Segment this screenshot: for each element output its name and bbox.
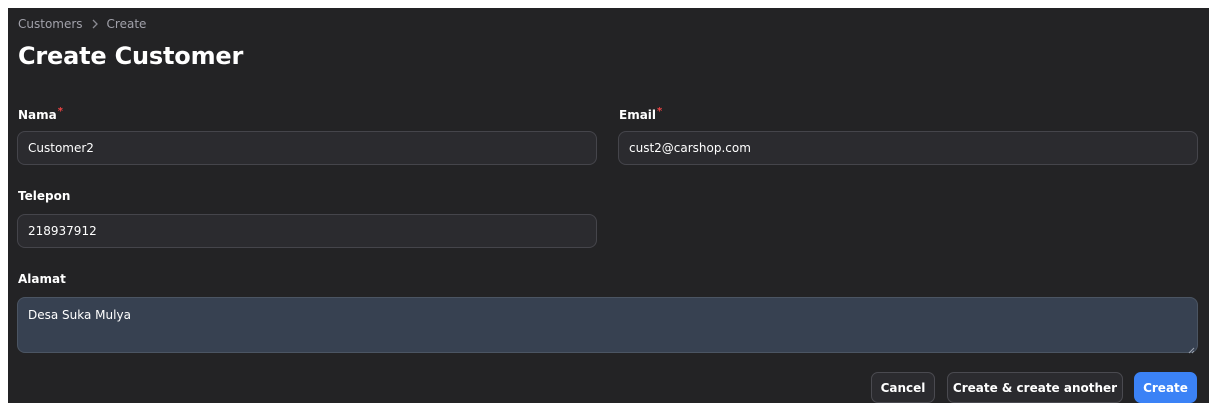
breadcrumb-item-customers[interactable]: Customers [18, 17, 83, 31]
telepon-label: Telepon [18, 189, 70, 203]
nama-input[interactable]: Customer2 [17, 131, 597, 165]
required-mark: * [57, 106, 63, 117]
alamat-textarea[interactable]: Desa Suka Mulya [17, 297, 1198, 354]
email-input[interactable]: cust2@carshop.com [618, 131, 1198, 165]
resize-handle-icon[interactable] [1188, 343, 1195, 354]
telepon-label-text: Telepon [18, 189, 71, 203]
create-button-label: Create [1143, 380, 1188, 395]
required-mark: * [657, 106, 663, 117]
create-customer-page: Customers Create Create Customer Nama* C… [8, 8, 1209, 403]
email-input-value: cust2@carshop.com [629, 141, 751, 155]
create-another-button-label: Create & create another [952, 380, 1118, 395]
alamat-label-text: Alamat [18, 272, 66, 286]
breadcrumb-item-create: Create [106, 17, 147, 31]
email-label-text: Email [619, 108, 657, 122]
alamat-label: Alamat [18, 272, 66, 286]
cancel-button-label: Cancel [880, 380, 926, 395]
page-title: Create Customer [18, 42, 244, 70]
alamat-textarea-value: Desa Suka Mulya [28, 308, 131, 322]
email-label: Email* [619, 106, 662, 122]
cancel-button[interactable]: Cancel [871, 372, 935, 403]
create-another-button[interactable]: Create & create another [947, 372, 1123, 403]
breadcrumb: Customers Create [18, 17, 146, 31]
chevron-right-icon [91, 19, 99, 29]
create-button[interactable]: Create [1134, 372, 1197, 403]
nama-label-text: Nama [18, 108, 57, 122]
nama-label: Nama* [18, 106, 63, 122]
telepon-input-value: 218937912 [28, 224, 97, 238]
nama-input-value: Customer2 [28, 141, 94, 155]
telepon-input[interactable]: 218937912 [17, 214, 597, 248]
